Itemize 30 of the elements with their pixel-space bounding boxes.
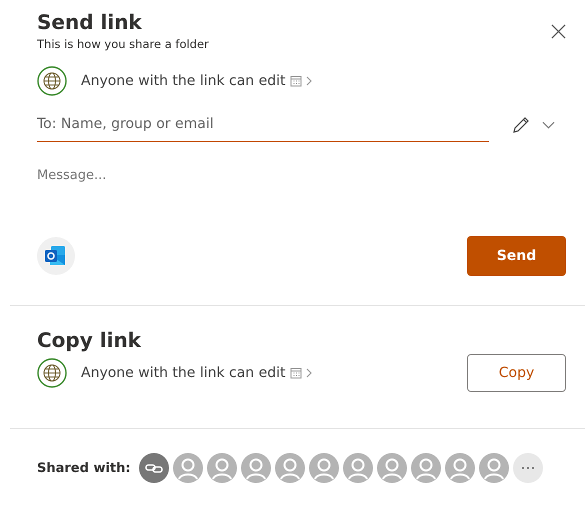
section-title: Copy link (37, 327, 142, 354)
shared-with-label: Shared with: (37, 460, 131, 476)
send-button[interactable]: Send (467, 236, 566, 276)
avatar-icon[interactable] (172, 453, 203, 483)
avatar-icon[interactable] (206, 453, 237, 483)
avatar-icon[interactable] (444, 453, 475, 483)
mail-app-icon[interactable] (37, 237, 75, 275)
pencil-icon[interactable] (511, 115, 531, 135)
avatar-icon[interactable] (342, 453, 373, 483)
permission-link[interactable]: Anyone with the link can edit (81, 73, 286, 89)
avatar-icon[interactable] (410, 453, 441, 483)
link-icon[interactable] (138, 453, 169, 483)
globe-icon (37, 66, 67, 96)
permission-link[interactable]: Anyone with the link can edit (81, 365, 286, 381)
dialog-title: Send link (37, 9, 143, 36)
calendar-icon (290, 367, 302, 379)
avatar-icon[interactable] (478, 453, 509, 483)
close-icon[interactable] (551, 24, 566, 39)
chevron-down-icon[interactable] (542, 121, 555, 129)
subtitle: This is how you share a folder (37, 36, 209, 52)
globe-icon (37, 358, 67, 388)
avatar-icon[interactable] (274, 453, 305, 483)
avatar-icon[interactable] (240, 453, 271, 483)
more-icon[interactable] (512, 453, 543, 483)
avatar-icon[interactable] (308, 453, 339, 483)
chevron-right-icon (304, 367, 313, 379)
calendar-icon (290, 75, 302, 87)
chevron-right-icon (304, 75, 313, 87)
avatar-icon[interactable] (376, 453, 407, 483)
copy-button[interactable]: Copy (467, 354, 566, 392)
